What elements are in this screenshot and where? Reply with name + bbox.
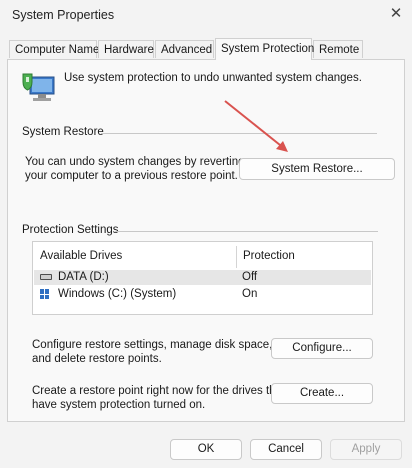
column-divider — [236, 246, 237, 268]
create-button[interactable]: Create... — [271, 383, 373, 404]
system-restore-description-line1: You can undo system changes by reverting — [25, 156, 245, 168]
section-divider — [115, 231, 378, 232]
tab-system-protection[interactable]: System Protection — [215, 38, 315, 60]
tab-label: Hardware — [104, 44, 154, 56]
ok-button[interactable]: OK — [170, 439, 242, 460]
window-title: System Properties — [12, 8, 115, 22]
system-restore-button[interactable]: System Restore... — [239, 158, 395, 180]
tab-label: Computer Name — [15, 44, 100, 56]
windows-drive-icon — [40, 289, 50, 299]
protection-settings-section-title: Protection Settings — [22, 224, 119, 236]
configure-description-line1: Configure restore settings, manage disk … — [32, 339, 273, 351]
tab-computer-name[interactable]: Computer Name — [9, 40, 100, 58]
configure-button[interactable]: Configure... — [271, 338, 373, 359]
cancel-button[interactable]: Cancel — [250, 439, 322, 460]
system-restore-section-title: System Restore — [22, 126, 104, 138]
annotation-arrow-icon — [224, 100, 288, 152]
header-text: Use system protection to undo unwanted s… — [64, 72, 362, 84]
computer-shield-icon — [20, 71, 58, 105]
create-description-line1: Create a restore point right now for the… — [32, 385, 286, 397]
column-header-available-drives[interactable]: Available Drives — [40, 242, 235, 270]
tab-label: Advanced — [161, 44, 213, 56]
configure-description-line2: and delete restore points. — [32, 353, 162, 365]
drive-name: Windows (C:) (System) — [58, 288, 177, 300]
tab-advanced[interactable]: Advanced — [155, 40, 214, 58]
tab-label: System Protection — [221, 43, 315, 55]
drive-protection-status: On — [242, 288, 258, 300]
table-row[interactable]: DATA (D:) Off — [34, 270, 371, 285]
apply-button[interactable]: Apply — [330, 439, 402, 460]
column-header-protection[interactable]: Protection — [243, 242, 363, 270]
tab-hardware[interactable]: Hardware — [98, 40, 154, 58]
close-icon[interactable]: ✕ — [388, 6, 404, 22]
table-row[interactable]: Windows (C:) (System) On — [34, 287, 371, 302]
drive-name: DATA (D:) — [58, 271, 109, 283]
hard-drive-icon — [40, 274, 52, 280]
tab-remote[interactable]: Remote — [313, 40, 363, 58]
create-description-line2: have system protection turned on. — [32, 399, 206, 411]
drive-protection-status: Off — [242, 271, 258, 283]
tab-label: Remote — [319, 44, 360, 56]
system-restore-description-line2: your computer to a previous restore poin… — [25, 170, 238, 182]
drives-list[interactable]: Available Drives Protection DATA (D:) Of… — [32, 241, 373, 315]
